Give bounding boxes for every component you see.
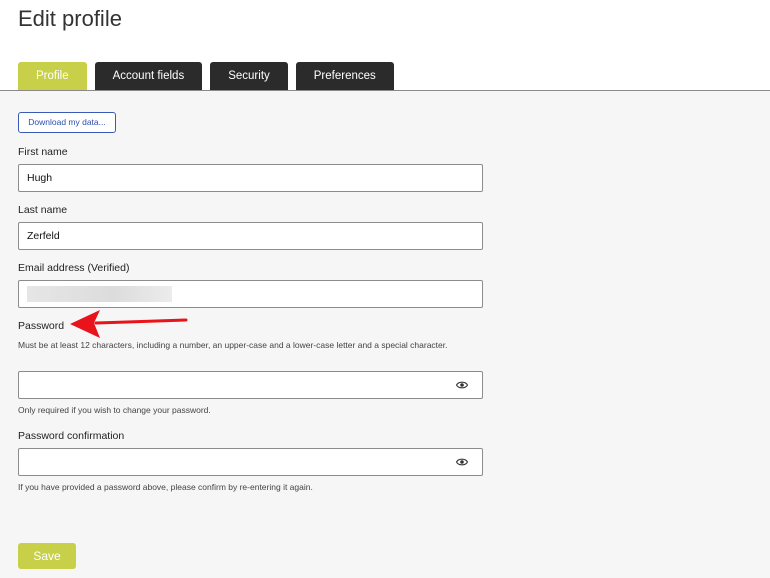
redacted-email-value bbox=[27, 286, 172, 302]
password-label: Password bbox=[18, 320, 65, 332]
eye-icon[interactable] bbox=[456, 380, 468, 390]
last-name-input[interactable] bbox=[27, 223, 474, 249]
tab-account-fields[interactable]: Account fields bbox=[94, 62, 203, 91]
email-label: Email address (Verified) bbox=[18, 262, 130, 274]
password-field[interactable] bbox=[18, 371, 483, 399]
page-title: Edit profile bbox=[18, 6, 122, 31]
tab-security[interactable]: Security bbox=[210, 62, 288, 91]
last-name-field[interactable] bbox=[18, 222, 483, 250]
download-data-button[interactable]: Download my data... bbox=[18, 112, 116, 133]
save-button[interactable]: Save bbox=[18, 543, 76, 569]
password-help: Only required if you wish to change your… bbox=[18, 405, 211, 415]
last-name-label: Last name bbox=[18, 204, 68, 216]
first-name-field[interactable] bbox=[18, 164, 483, 192]
tab-preferences[interactable]: Preferences bbox=[295, 62, 394, 91]
tab-profile[interactable]: Profile bbox=[18, 62, 87, 91]
password-confirmation-field[interactable] bbox=[18, 448, 483, 476]
first-name-label: First name bbox=[18, 146, 68, 158]
red-arrow-annotation bbox=[70, 310, 188, 338]
password-confirmation-label: Password confirmation bbox=[18, 430, 125, 442]
password-confirmation-input[interactable] bbox=[27, 449, 474, 475]
email-field[interactable] bbox=[18, 280, 483, 308]
password-confirmation-help: If you have provided a password above, p… bbox=[18, 482, 313, 492]
eye-icon[interactable] bbox=[456, 457, 468, 467]
password-input[interactable] bbox=[27, 372, 474, 398]
profile-tabs: Profile Account fields Security Preferen… bbox=[18, 62, 394, 91]
first-name-input[interactable] bbox=[27, 165, 474, 191]
